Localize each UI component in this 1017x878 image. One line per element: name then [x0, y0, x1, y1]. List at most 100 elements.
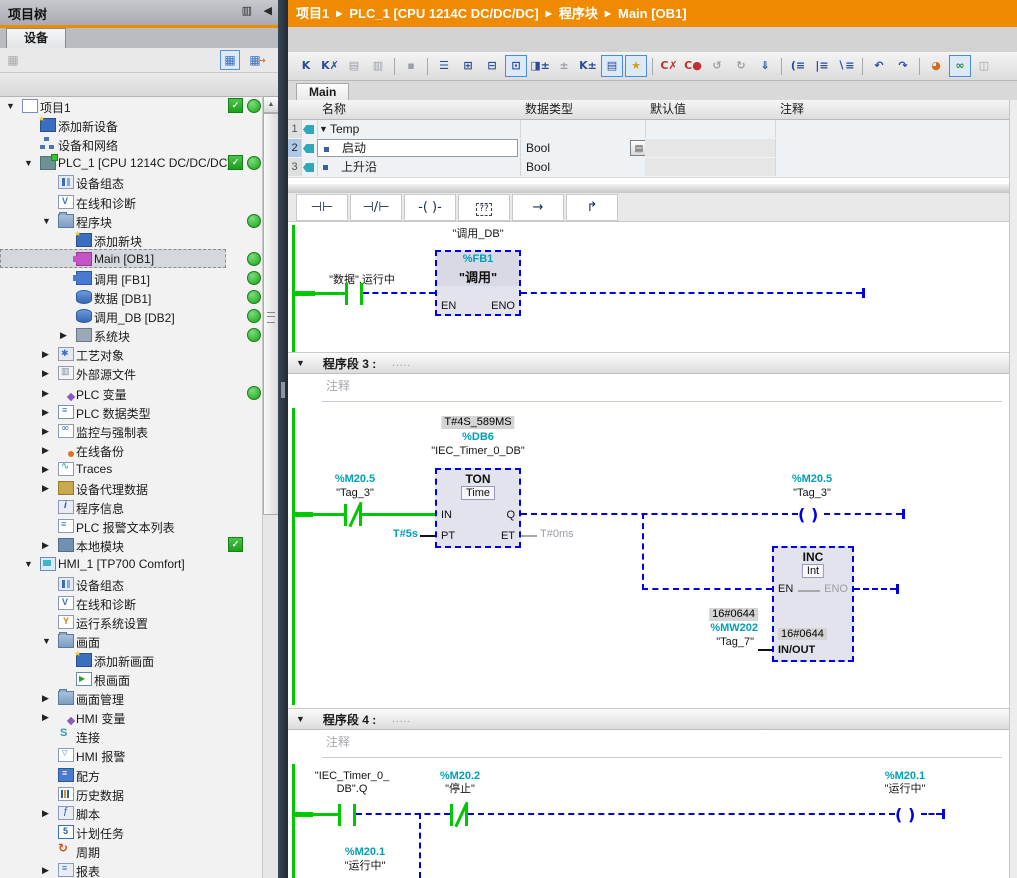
splitter-handle[interactable] — [281, 382, 285, 398]
expand-icon[interactable]: ▶ — [42, 349, 52, 360]
tree-item-程序信息[interactable]: 程序信息 — [0, 497, 262, 516]
expand-icon[interactable]: ▶ — [42, 808, 52, 819]
expand-icon[interactable]: ▶ — [42, 445, 52, 456]
tree-item-在线和诊断[interactable]: 在线和诊断 — [0, 593, 262, 612]
update-block-calls-icon[interactable]: ↺ — [706, 55, 728, 77]
tree-item-配方[interactable]: 配方 — [0, 765, 262, 784]
collapse-icon[interactable]: ▼ — [24, 158, 34, 168]
coil-address[interactable]: %M20.1 — [885, 770, 925, 783]
set-breakpoint-icon[interactable]: (≡ — [787, 55, 809, 77]
datatype-cell[interactable]: Bool — [520, 158, 652, 176]
consistency-download-icon[interactable]: ⇓ — [754, 55, 776, 77]
no-contact[interactable] — [345, 283, 363, 305]
name-cell[interactable]: 上升沿 — [317, 158, 521, 176]
new-folder-icon[interactable]: ▦ — [4, 51, 22, 69]
breadcrumb-item[interactable]: 项目1 — [296, 6, 329, 21]
tree-item-调用_DB--DB2-[interactable]: 调用_DB [DB2] — [0, 306, 262, 325]
nc-contact-button[interactable]: ⊣/⊢ — [350, 194, 402, 221]
expand-icon[interactable]: ▶ — [60, 330, 70, 341]
favorites-icon[interactable]: ★ — [625, 55, 647, 77]
expand-icon[interactable]: ▶ — [42, 865, 52, 876]
operand-name[interactable]: "停止" — [445, 783, 475, 796]
clear-breakpoints-icon[interactable]: ∖≡ — [835, 55, 857, 77]
tree-item-系统块[interactable]: ▶系统块 — [0, 325, 262, 344]
collapse-icon[interactable]: ▼ — [42, 636, 52, 646]
tree-item-HMI-报警[interactable]: HMI 报警 — [0, 745, 262, 764]
coil-open[interactable]: ( — [895, 806, 902, 824]
open-branch-button[interactable]: → — [512, 194, 564, 221]
tree-item-脚本[interactable]: ▶脚本 — [0, 803, 262, 822]
name-edit-field[interactable]: 启动 — [317, 139, 518, 157]
header-datatype[interactable]: 数据类型 — [520, 100, 651, 120]
inc-block[interactable]: INC Int EN ENO 16#0644 IN/OUT — [772, 546, 854, 662]
absolute-operands-icon[interactable]: ◨± — [529, 55, 551, 77]
tree-item-周期[interactable]: 周期 — [0, 841, 262, 860]
header-default[interactable]: 默认值 — [645, 100, 781, 120]
datatype-cell[interactable] — [520, 120, 646, 138]
collapse-networks-icon[interactable]: ⊟ — [481, 55, 503, 77]
operand-address[interactable]: %M20.2 — [440, 770, 480, 783]
refresh-calls-icon[interactable]: ↻ — [730, 55, 752, 77]
comment-cell[interactable] — [775, 158, 1009, 176]
operand-name[interactable]: "Tag_3" — [336, 487, 374, 500]
coil-open[interactable]: ( — [798, 506, 805, 524]
comment-cell[interactable] — [775, 139, 1009, 157]
operand-address[interactable]: %MW202 — [710, 622, 758, 635]
name-cell[interactable]: ▼Temp — [317, 120, 521, 138]
tree-item-Traces[interactable]: ▶Traces — [0, 459, 262, 478]
tree-item-项目1[interactable]: ▼项目1✓ — [0, 96, 262, 115]
collapse-panel-icon[interactable]: ◀ — [264, 4, 272, 17]
freeform-comments-icon[interactable]: ▤ — [601, 55, 623, 77]
header-name[interactable]: 名称 — [317, 100, 526, 120]
no-contact[interactable] — [338, 804, 356, 826]
close-branch-button[interactable]: ↱ — [566, 194, 618, 221]
operand-name[interactable]: "运行中" — [345, 860, 386, 873]
coil-button[interactable]: -( )- — [404, 194, 456, 221]
operand-address[interactable]: %M20.5 — [335, 473, 375, 486]
tree-item-程序块[interactable]: ▼程序块 — [0, 211, 262, 230]
tree-item-连接[interactable]: 连接 — [0, 726, 262, 745]
instance-db-address[interactable]: %DB6 — [462, 431, 494, 444]
navigate-forward-icon[interactable]: ↷ — [892, 55, 914, 77]
tree-item-画面[interactable]: ▼画面 — [0, 631, 262, 650]
network-overview-icon[interactable]: ☰ — [433, 55, 455, 77]
tree-item-设备组态[interactable]: 设备组态 — [0, 172, 262, 191]
delete-network-icon[interactable]: K✗ — [319, 55, 341, 77]
editor-scrollbar[interactable] — [1009, 100, 1017, 878]
operand-name[interactable]: DB".Q — [337, 783, 368, 796]
datatype-cell[interactable]: Bool▤ — [520, 139, 652, 157]
nc-contact[interactable] — [344, 504, 362, 526]
coil-close[interactable]: ) — [908, 806, 915, 824]
tree-item-添加新设备[interactable]: 添加新设备 — [0, 115, 262, 134]
tree-item-调用--FB1-[interactable]: 调用 [FB1] — [0, 268, 262, 287]
expand-icon[interactable]: ▶ — [42, 483, 52, 494]
scrollbar-thumb[interactable] — [263, 113, 279, 515]
tree-item-PLC_1--CPU-1214C-DC/DC/DC-[interactable]: ▼PLC_1 [CPU 1214C DC/DC/DC]✓ — [0, 153, 262, 172]
ton-timer-block[interactable]: TON Time IN Q PT ET — [435, 468, 521, 548]
tree-item-添加新画面[interactable]: 添加新画面 — [0, 650, 262, 669]
network-comments-icon[interactable]: ⊡ — [505, 55, 527, 77]
expand-icon[interactable]: ▶ — [42, 464, 52, 475]
tree-item-设备组态[interactable]: 设备组态 — [0, 574, 262, 593]
retain-values-icon[interactable]: ▪ — [400, 55, 422, 77]
details-view-icon[interactable]: ▦ — [220, 50, 240, 70]
tree-item-计划任务[interactable]: 计划任务 — [0, 822, 262, 841]
breadcrumb-item[interactable]: Main [OB1] — [618, 6, 687, 21]
tree-item-工艺对象[interactable]: ▶工艺对象 — [0, 344, 262, 363]
expand-icon[interactable]: ▶ — [42, 712, 52, 723]
collapse-icon[interactable]: ▼ — [42, 216, 52, 226]
expand-icon[interactable]: ▶ — [42, 388, 52, 399]
collapse-icon[interactable]: ▼ — [6, 101, 16, 111]
network-4-comment[interactable]: 注释 — [322, 730, 1002, 758]
operand-name[interactable]: "Tag_7" — [716, 636, 754, 649]
tree-item-根画面[interactable]: 根画面 — [0, 669, 262, 688]
coil-close[interactable]: ) — [811, 506, 818, 524]
expand-icon[interactable]: ▶ — [42, 426, 52, 437]
tree-item-Main--OB1-[interactable]: Main [OB1] — [0, 249, 262, 268]
expand-icon[interactable]: ▶ — [42, 407, 52, 418]
collapse-icon[interactable]: ▼ — [24, 559, 34, 569]
coil-name[interactable]: "运行中" — [885, 783, 926, 796]
tree-item-PLC-变量[interactable]: ▶PLC 变量 — [0, 383, 262, 402]
no-contact-button[interactable]: ⊣⊢ — [296, 194, 348, 221]
network-3-header[interactable]: ▼ 程序段 3 : ..... — [288, 352, 1009, 374]
